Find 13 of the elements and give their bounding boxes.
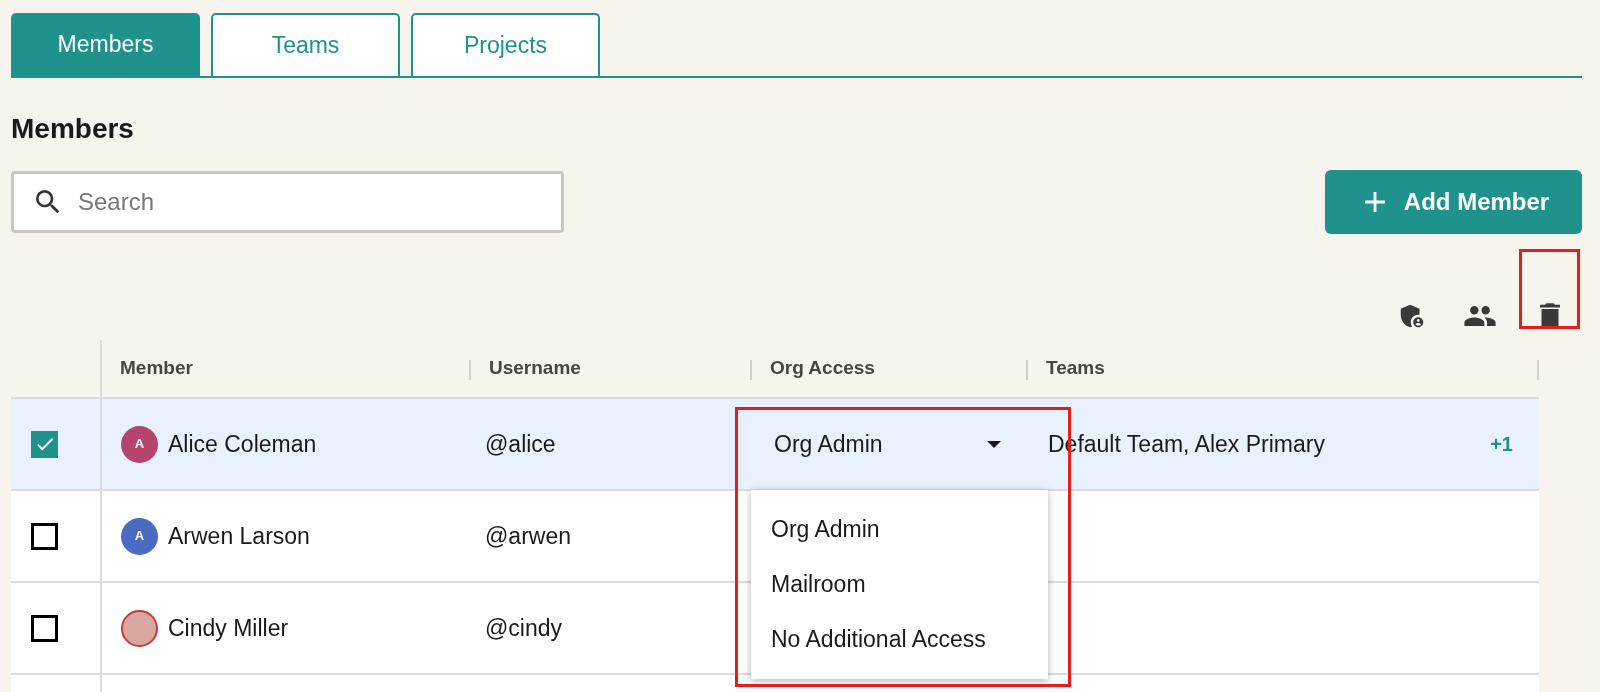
username: @alice [485,429,556,459]
username: @arwen [485,521,571,551]
member-name: Arwen Larson [168,521,310,551]
column-header: Teams [1046,356,1105,381]
username: @cindy [485,613,563,643]
member-name: Cindy Miller [168,613,289,643]
column-header: Username [489,356,581,381]
member-name: Alice Coleman [168,429,317,459]
section-heading: Members [11,112,134,146]
column-header: Org Access [770,356,875,381]
avatar: A [121,425,158,463]
avatar: A [121,517,158,555]
column-header: Member [120,356,193,381]
